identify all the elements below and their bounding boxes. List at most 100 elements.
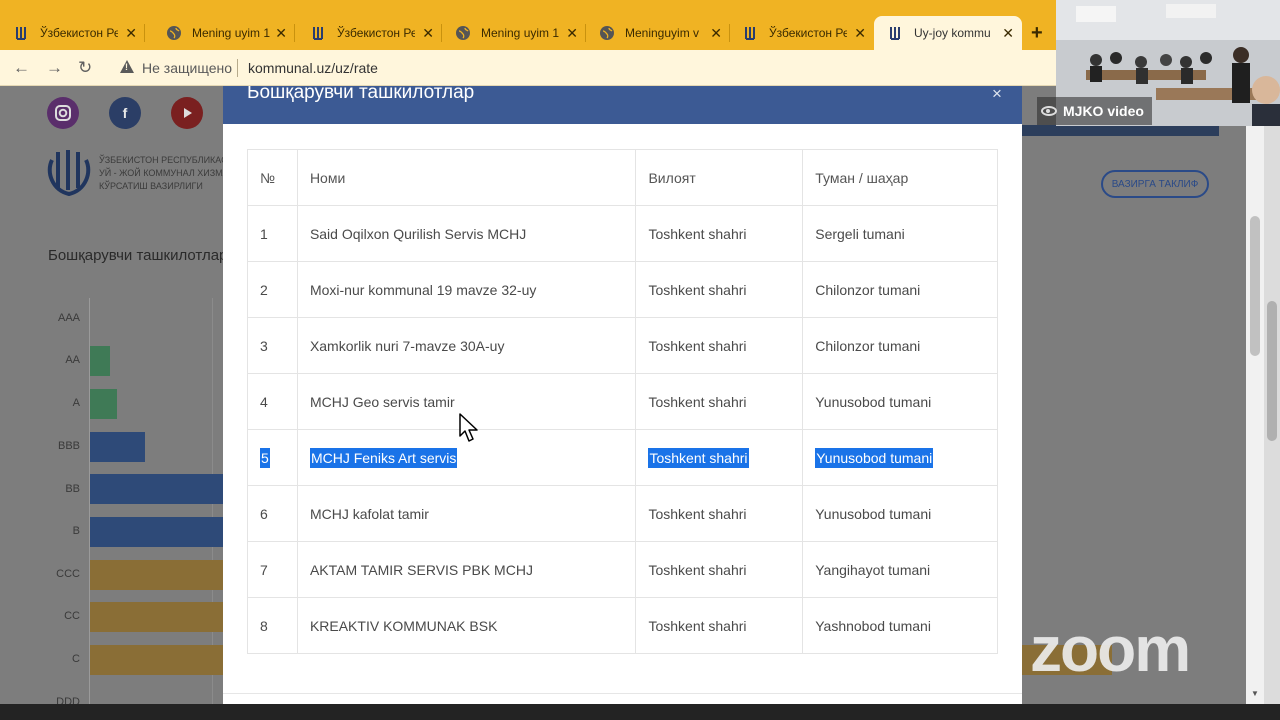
region-cell: Toshkent shahri (635, 261, 804, 318)
url-field[interactable]: kommunal.uz/uz/rate (248, 60, 378, 76)
site-logo-icon (890, 27, 900, 40)
browser-tab[interactable]: Ўзбекистон Ре ✕ (729, 16, 874, 50)
proposal-button[interactable]: ВАЗИРГА ТАКЛИФ (1101, 170, 1209, 198)
table-row[interactable]: 8 KREAKTIV KOMMUNAK BSK Toshkent shahri … (247, 597, 998, 654)
row-number: 3 (247, 317, 298, 374)
taskbar-edge (0, 704, 1280, 720)
tab-close-icon[interactable]: ✕ (1002, 25, 1014, 42)
rating-bar (90, 474, 224, 504)
close-icon[interactable]: × (992, 86, 1002, 104)
new-tab-button[interactable]: + (1031, 22, 1043, 45)
table-row[interactable]: 1 Said Oqilxon Qurilish Servis MCHJ Tosh… (247, 205, 998, 262)
column-header-region[interactable]: Вилоят (635, 149, 804, 206)
site-logo-icon (745, 27, 755, 40)
forward-icon[interactable]: → (46, 58, 63, 78)
tab-close-icon[interactable]: ✕ (710, 25, 722, 42)
modal-header: Бошқарувчи ташкилотлар × (223, 86, 1022, 124)
table-row[interactable]: 6 MCHJ kafolat tamir Toshkent shahri Yun… (247, 485, 998, 542)
table-row[interactable]: 4 MCHJ Geo servis tamir Toshkent shahri … (247, 373, 998, 430)
district-cell: Yunusobod tumani (802, 373, 998, 430)
table-row[interactable]: 3 Xamkorlik nuri 7-mavze 30A-uy Toshkent… (247, 317, 998, 374)
region-cell: Toshkent shahri (635, 597, 804, 654)
outer-scrollbar[interactable] (1264, 86, 1280, 704)
scroll-down-icon[interactable]: ▼ (1251, 689, 1259, 698)
row-number: 2 (247, 261, 298, 318)
browser-tab[interactable]: Meninguyim v ✕ (585, 16, 730, 50)
modal-title: Бошқарувчи ташкилотлар (247, 86, 475, 103)
browser-tab[interactable]: Ўзбекистон Ре ✕ (297, 16, 442, 50)
rating-label: B (72, 525, 80, 537)
organization-name: MCHJ Feniks Art servis (309, 447, 458, 468)
rating-bar (90, 560, 224, 590)
zoom-watermark: zoom (1030, 613, 1191, 685)
globe-icon (456, 26, 470, 40)
region-cell: Toshkent shahri (635, 485, 804, 542)
scrollbar-thumb[interactable] (1267, 301, 1277, 441)
back-icon[interactable]: ← (13, 58, 30, 78)
rating-bar (90, 517, 224, 547)
district-cell: Chilonzor tumani (802, 317, 998, 374)
security-label[interactable]: Не защищено (142, 60, 232, 76)
tab-title: Uy-joy kommu (914, 26, 991, 40)
browser-tab[interactable]: Ўзбекистон Ре ✕ (0, 16, 145, 50)
tab-title: Meninguyim v (625, 26, 700, 40)
modal-footer-divider (223, 693, 1022, 694)
rating-bar (90, 389, 117, 419)
organization-name: KREAKTIV KOMMUNAK BSK (296, 597, 637, 654)
row-number: 7 (247, 541, 298, 598)
scrollbar-thumb[interactable] (1250, 216, 1260, 356)
browser-tab-active[interactable]: Uy-joy kommu ✕ (874, 16, 1022, 50)
table-row[interactable]: 2 Moxi-nur kommunal 19 mavze 32-uy Toshk… (247, 261, 998, 318)
reload-icon[interactable]: ↻ (78, 58, 92, 78)
not-secure-warning-icon[interactable] (120, 60, 134, 73)
district-cell: Yunusobod tumani (802, 485, 998, 542)
region-cell: Toshkent shahri (648, 447, 749, 468)
organization-name: Said Oqilxon Qurilish Servis MCHJ (296, 205, 637, 262)
rating-label: CC (64, 610, 80, 622)
column-header-name[interactable]: Номи (296, 149, 637, 206)
mouse-cursor-icon (459, 413, 478, 442)
organization-name: Moxi-nur kommunal 19 mavze 32-uy (296, 261, 637, 318)
rating-label: CCC (56, 568, 80, 580)
region-cell: Toshkent shahri (635, 541, 804, 598)
globe-icon (600, 26, 614, 40)
table-row[interactable]: 7 AKTAM TAMIR SERVIS PBK MCHJ Toshkent s… (247, 541, 998, 598)
youtube-icon[interactable] (171, 97, 203, 129)
row-number: 5 (260, 447, 270, 468)
browser-tab[interactable]: Mening uyim 1 ✕ (441, 16, 586, 50)
organization-name: MCHJ kafolat tamir (296, 485, 637, 542)
rating-bar (90, 346, 110, 376)
tab-title: Mening uyim 1 (481, 26, 559, 40)
tab-close-icon[interactable]: ✕ (125, 25, 137, 42)
rating-label: BB (65, 483, 80, 495)
district-cell: Yangihayot tumani (802, 541, 998, 598)
region-cell: Toshkent shahri (635, 317, 804, 374)
tab-title: Ўзбекистон Ре (769, 26, 847, 40)
district-cell: Chilonzor tumani (802, 261, 998, 318)
tab-close-icon[interactable]: ✕ (566, 25, 578, 42)
row-number: 6 (247, 485, 298, 542)
region-cell: Toshkent shahri (635, 205, 804, 262)
rating-bar (90, 645, 224, 675)
column-header-number[interactable]: № (247, 149, 298, 206)
tab-title: Ўзбекистон Ре (337, 26, 415, 40)
tab-close-icon[interactable]: ✕ (854, 25, 866, 42)
table-header-row: № Номи Вилоят Туман / шаҳар (247, 149, 998, 206)
rating-label: AAA (57, 312, 80, 324)
row-number: 8 (247, 597, 298, 654)
organizations-table: № Номи Вилоят Туман / шаҳар 1 Said Oqilx… (247, 149, 998, 654)
table-row-selected[interactable]: 5 MCHJ Feniks Art servis Toshkent shahri… (247, 429, 998, 486)
participant-name: MJKO video (1063, 103, 1144, 119)
header-strip (1022, 125, 1219, 136)
rating-label: A (72, 397, 80, 409)
tab-close-icon[interactable]: ✕ (422, 25, 434, 42)
screen: Ўзбекистон Ре ✕ Mening uyim 1 ✕ Ўзбекист… (0, 0, 1280, 720)
organizations-modal: Бошқарувчи ташкилотлар × № Номи Вилоят Т… (223, 86, 1022, 704)
tab-close-icon[interactable]: ✕ (275, 25, 287, 42)
page-scrollbar[interactable]: ▼ (1246, 86, 1264, 704)
instagram-icon[interactable] (47, 97, 79, 129)
column-header-district[interactable]: Туман / шаҳар (802, 149, 998, 206)
rating-label: C (72, 653, 80, 665)
facebook-icon[interactable]: f (109, 97, 141, 129)
browser-tab[interactable]: Mening uyim 1 ✕ (152, 16, 295, 50)
